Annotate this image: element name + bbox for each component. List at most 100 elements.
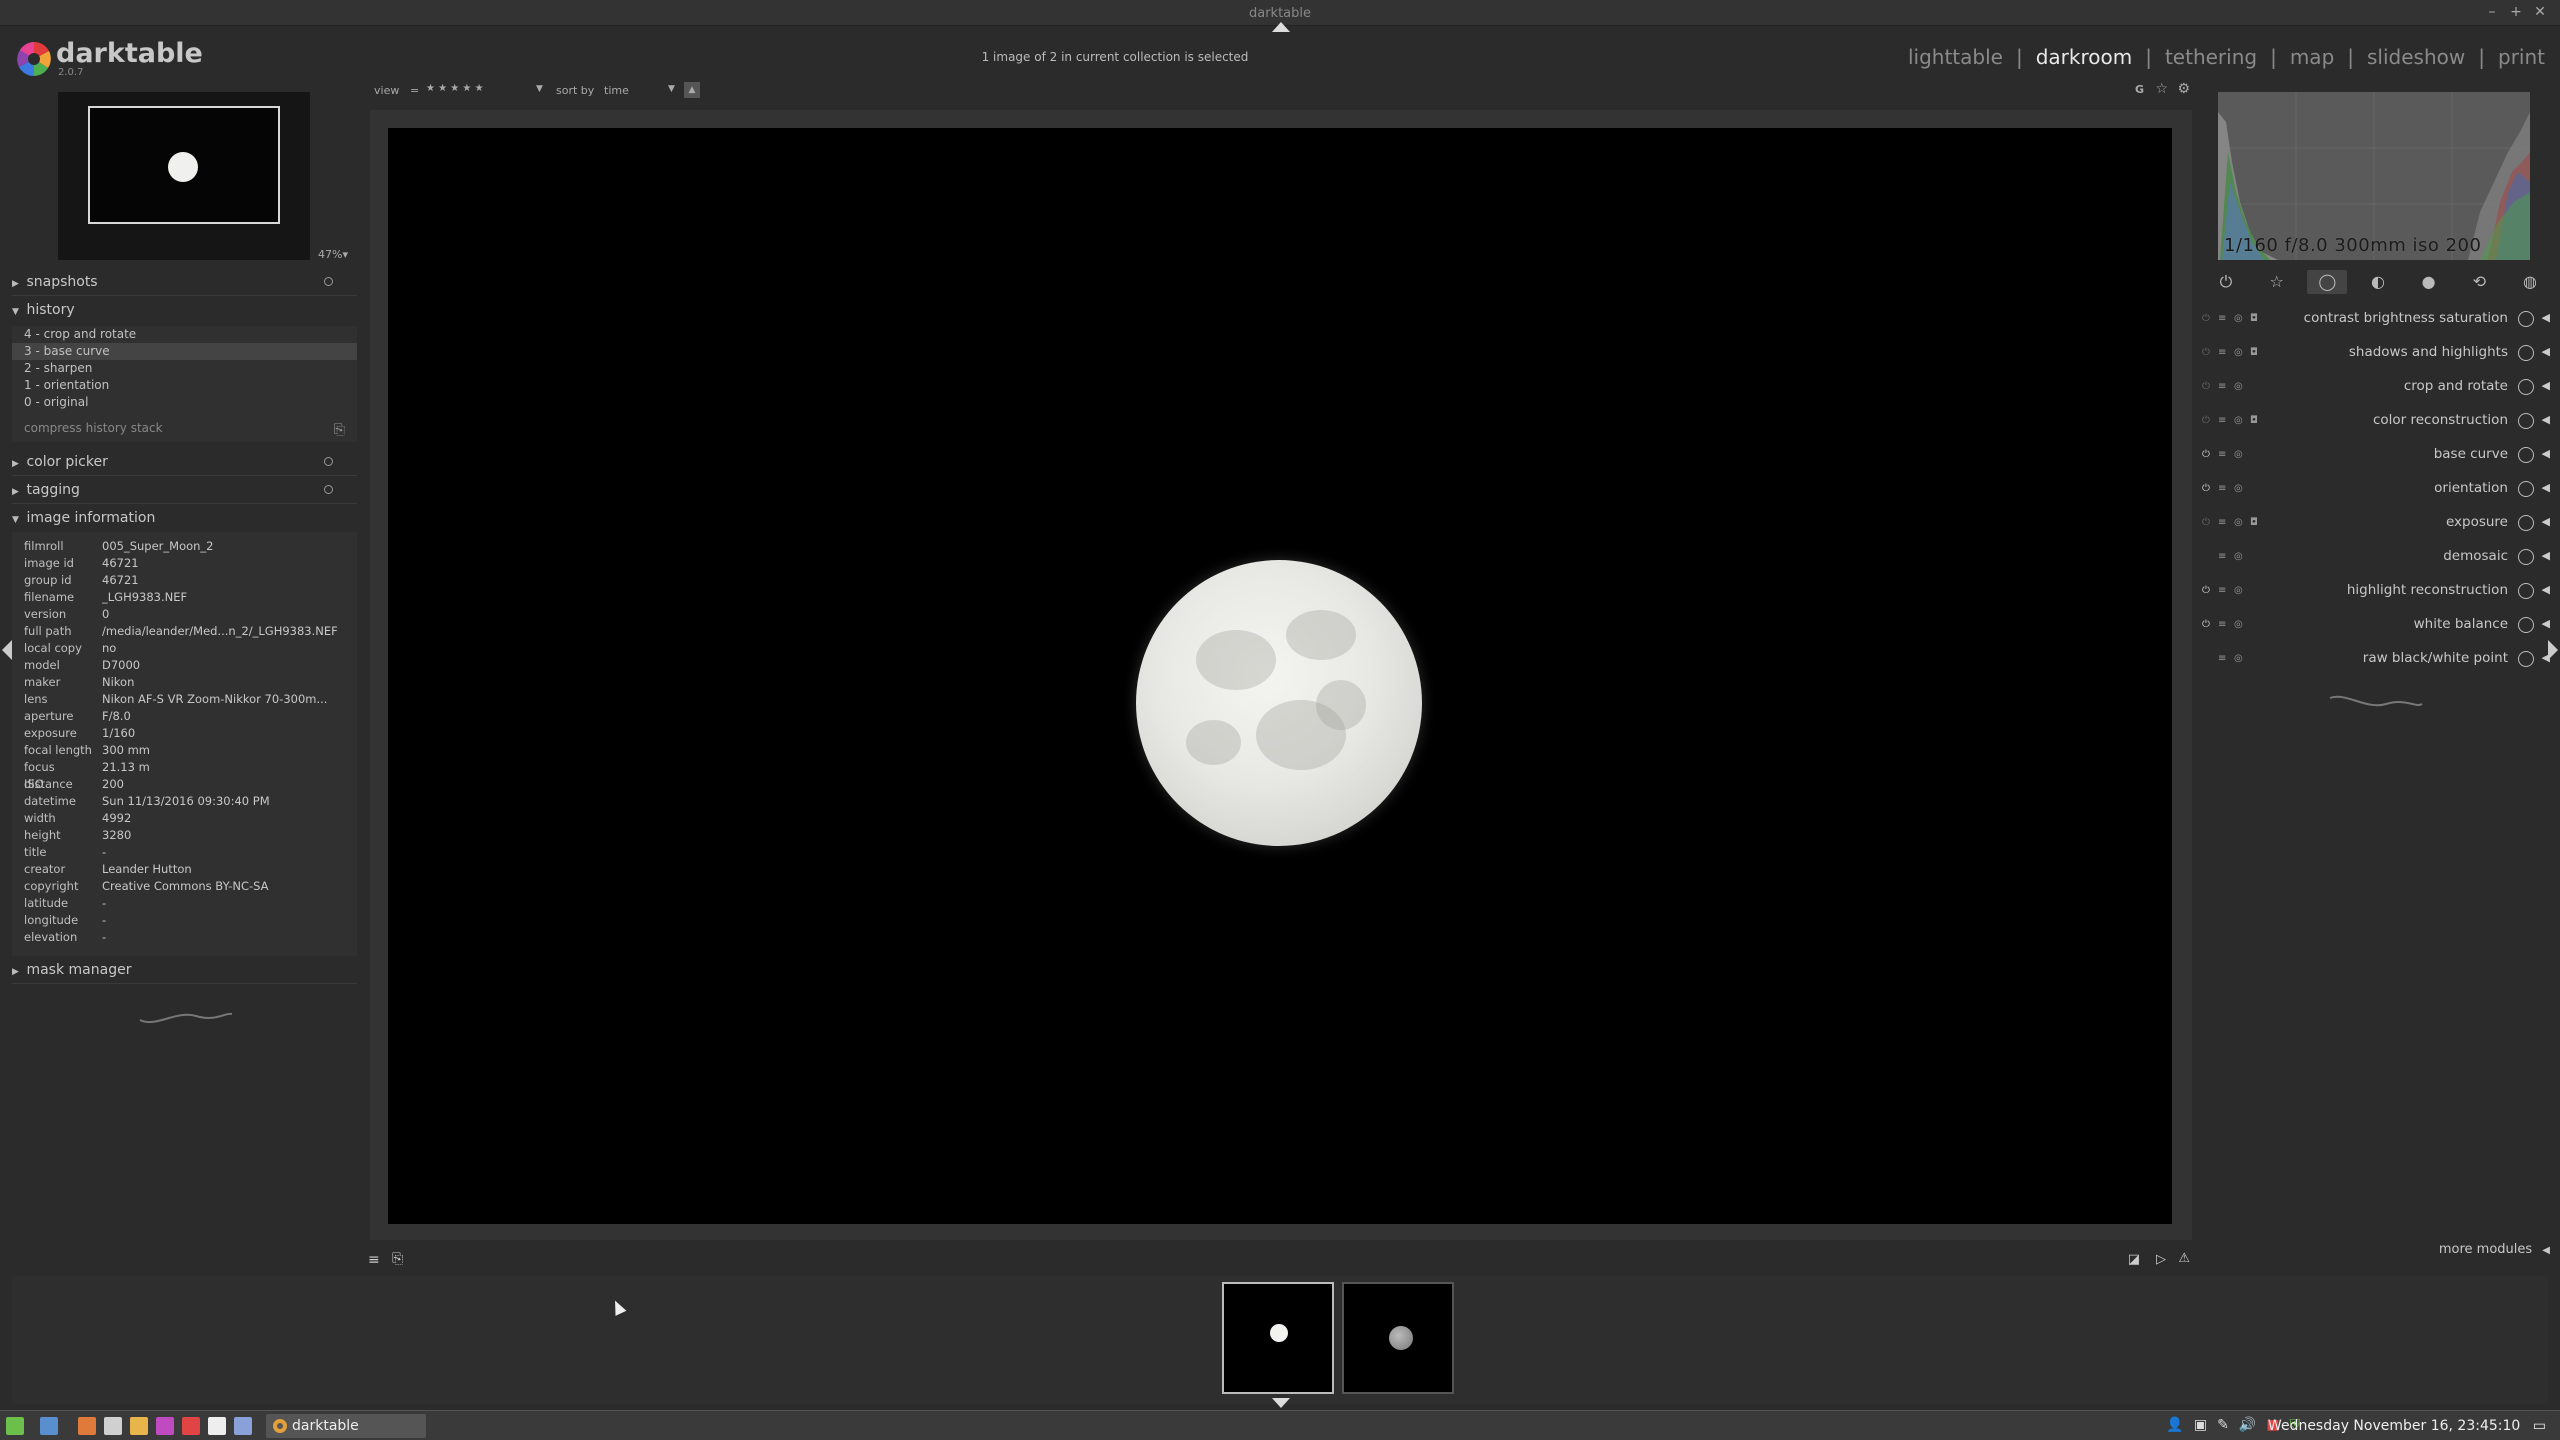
module-reset-icon[interactable]: ◎ [2234,381,2243,392]
module-presets-icon[interactable]: ≡ [2218,483,2226,494]
sort-order-icon[interactable]: ▲ [684,82,700,98]
history-header[interactable]: ▼ history [12,302,357,318]
module-color-reconstruction[interactable]: ⏻ ≡ ◎ ◘ color reconstruction ◀ [2196,404,2560,438]
module-highlight-reconstruction[interactable]: ⏻ ≡ ◎ highlight reconstruction ◀ [2196,574,2560,608]
module-enable-power-icon[interactable]: ⏻ [2202,415,2210,426]
module-reset-icon[interactable]: ◎ [2234,449,2243,460]
snapshots-header[interactable]: ▶ snapshots [12,274,357,296]
volume-icon[interactable]: 🔊 [2239,1417,2256,1433]
module-presets-icon[interactable]: ≡ [2218,381,2226,392]
zoom-level[interactable]: 47%▾ [318,248,348,261]
view-map[interactable]: map [2289,45,2335,69]
menu-start-icon[interactable] [6,1417,24,1435]
compress-history-button[interactable]: compress history stack ⎘ [12,418,357,438]
module-multi-instance-icon[interactable]: ◘ [2250,313,2258,324]
history-item[interactable]: 4 - crop and rotate [12,326,357,343]
module-crop-and-rotate[interactable]: ⏻ ≡ ◎ crop and rotate ◀ [2196,370,2560,404]
clock[interactable]: Wednesday November 16, 23:45:10 ▭ [2268,1418,2546,1434]
pen-icon[interactable]: ✎ [2217,1417,2229,1433]
effect-group-icon[interactable]: ◍ [2510,270,2550,294]
image-information-header[interactable]: ▼ image information [12,510,357,526]
view-tethering[interactable]: tethering [2164,45,2258,69]
module-presets-icon[interactable]: ≡ [2218,517,2226,528]
files-icon[interactable] [130,1417,148,1435]
module-enable-power-icon[interactable]: ⏻ [2202,483,2210,494]
view-lighttable[interactable]: lighttable [1907,45,2004,69]
sort-dropdown-icon[interactable]: ▼ [668,84,675,94]
module-presets-icon[interactable]: ≡ [2218,347,2226,358]
module-reset-icon[interactable]: ◎ [2234,653,2243,664]
module-presets-icon[interactable]: ≡ [2218,653,2226,664]
module-enable-power-icon[interactable]: ⏻ [2202,381,2210,392]
taskbar-darktable-window[interactable]: darktable [266,1414,426,1438]
navigator-viewport-frame[interactable] [88,106,280,224]
user-icon[interactable]: 👤 [2166,1417,2183,1433]
correct-group-icon[interactable]: ⟲ [2459,270,2499,294]
module-reset-icon[interactable]: ◎ [2234,347,2243,358]
module-enable-power-icon[interactable]: ⏻ [2202,585,2210,596]
module-reset-icon[interactable]: ◎ [2234,619,2243,630]
module-enable-power-icon[interactable]: ⏻ [2202,619,2210,630]
sort-by-value[interactable]: time [604,84,629,97]
module-raw-black-white-point[interactable]: ≡ ◎ raw black/white point ◀ [2196,642,2560,676]
module-multi-instance-icon[interactable]: ◘ [2250,517,2258,528]
firefox-icon[interactable] [78,1417,96,1435]
darktable-launcher-icon[interactable] [156,1417,174,1435]
module-enable-power-icon[interactable]: ⏻ [2202,449,2210,460]
tone-group-icon[interactable]: ◐ [2358,270,2398,294]
image-canvas[interactable] [388,128,2172,1224]
module-presets-icon[interactable]: ≡ [2218,449,2226,460]
text-editor-icon[interactable] [208,1417,226,1435]
module-reset-icon[interactable] [324,277,333,286]
module-enable-power-icon[interactable]: ⏻ [2202,313,2210,324]
module-presets-icon[interactable]: ≡ [2218,551,2226,562]
rating-dropdown-icon[interactable]: ▼ [536,84,543,94]
filmstrip-thumbnail[interactable] [1342,1282,1454,1394]
module-presets-icon[interactable]: ≡ [2218,585,2226,596]
color-group-icon[interactable]: ● [2409,270,2449,294]
module-orientation[interactable]: ⏻ ≡ ◎ orientation ◀ [2196,472,2560,506]
screenshot-icon[interactable] [234,1417,252,1435]
history-item[interactable]: 2 - sharpen [12,360,357,377]
calculator-icon[interactable] [182,1417,200,1435]
module-contrast-brightness-saturation[interactable]: ⏻ ≡ ◎ ◘ contrast brightness saturation ◀ [2196,302,2560,336]
module-white-balance[interactable]: ⏻ ≡ ◎ white balance ◀ [2196,608,2560,642]
view-slideshow[interactable]: slideshow [2366,45,2466,69]
more-modules-button[interactable]: more modules ◀ [2439,1242,2550,1257]
mask-manager-header[interactable]: ▶ mask manager [12,962,357,984]
histogram[interactable]: 1/160 f/8.0 300mm iso 200 [2218,92,2530,260]
view-darkroom[interactable]: darkroom [2035,45,2134,69]
module-enable-power-icon[interactable]: ⏻ [2202,347,2210,358]
module-reset-icon[interactable] [324,485,333,494]
module-exposure[interactable]: ⏻ ≡ ◎ ◘ exposure ◀ [2196,506,2560,540]
settings-icon[interactable] [104,1417,122,1435]
module-presets-icon[interactable]: ≡ [2218,619,2226,630]
module-base-curve[interactable]: ⏻ ≡ ◎ base curve ◀ [2196,438,2560,472]
module-presets-icon[interactable]: ≡ [2218,415,2226,426]
view-filter-operator[interactable]: = [410,84,419,97]
filmstrip-thumbnail-selected[interactable] [1222,1282,1334,1394]
favorite-modules-star-icon[interactable]: ☆ [2257,270,2297,294]
grouping-icon[interactable]: G [2135,83,2144,96]
history-item[interactable]: 0 - original [12,394,357,411]
preferences-gear-icon[interactable]: ⚙ [2177,81,2190,97]
module-multi-instance-icon[interactable]: ◘ [2250,415,2258,426]
overlays-star-icon[interactable]: ☆ [2155,81,2168,97]
view-print[interactable]: print [2497,45,2546,69]
maximize-button[interactable]: + [2506,4,2526,20]
history-item[interactable]: 1 - orientation [12,377,357,394]
styles-icon[interactable]: ⎘ [392,1251,403,1267]
module-reset-icon[interactable]: ◎ [2234,517,2243,528]
notification-icon[interactable]: ▭ [2533,1418,2546,1434]
module-shadows-and-highlights[interactable]: ⏻ ≡ ◎ ◘ shadows and highlights ◀ [2196,336,2560,370]
module-reset-icon[interactable] [324,457,333,466]
active-modules-power-icon[interactable]: ⏻ [2206,270,2246,294]
minimize-button[interactable]: – [2482,4,2502,20]
color-picker-header[interactable]: ▶ color picker [12,454,357,476]
close-button[interactable]: ✕ [2530,4,2550,20]
network-icon[interactable]: ▣ [2194,1417,2207,1433]
over-exposed-icon[interactable]: ◪ [2128,1252,2140,1267]
rating-filter-stars[interactable]: ★ ★ ★ ★ ★ [426,83,484,94]
softproof-icon[interactable]: ▷ [2156,1252,2166,1267]
left-panel-collapse-icon[interactable] [2,640,12,660]
